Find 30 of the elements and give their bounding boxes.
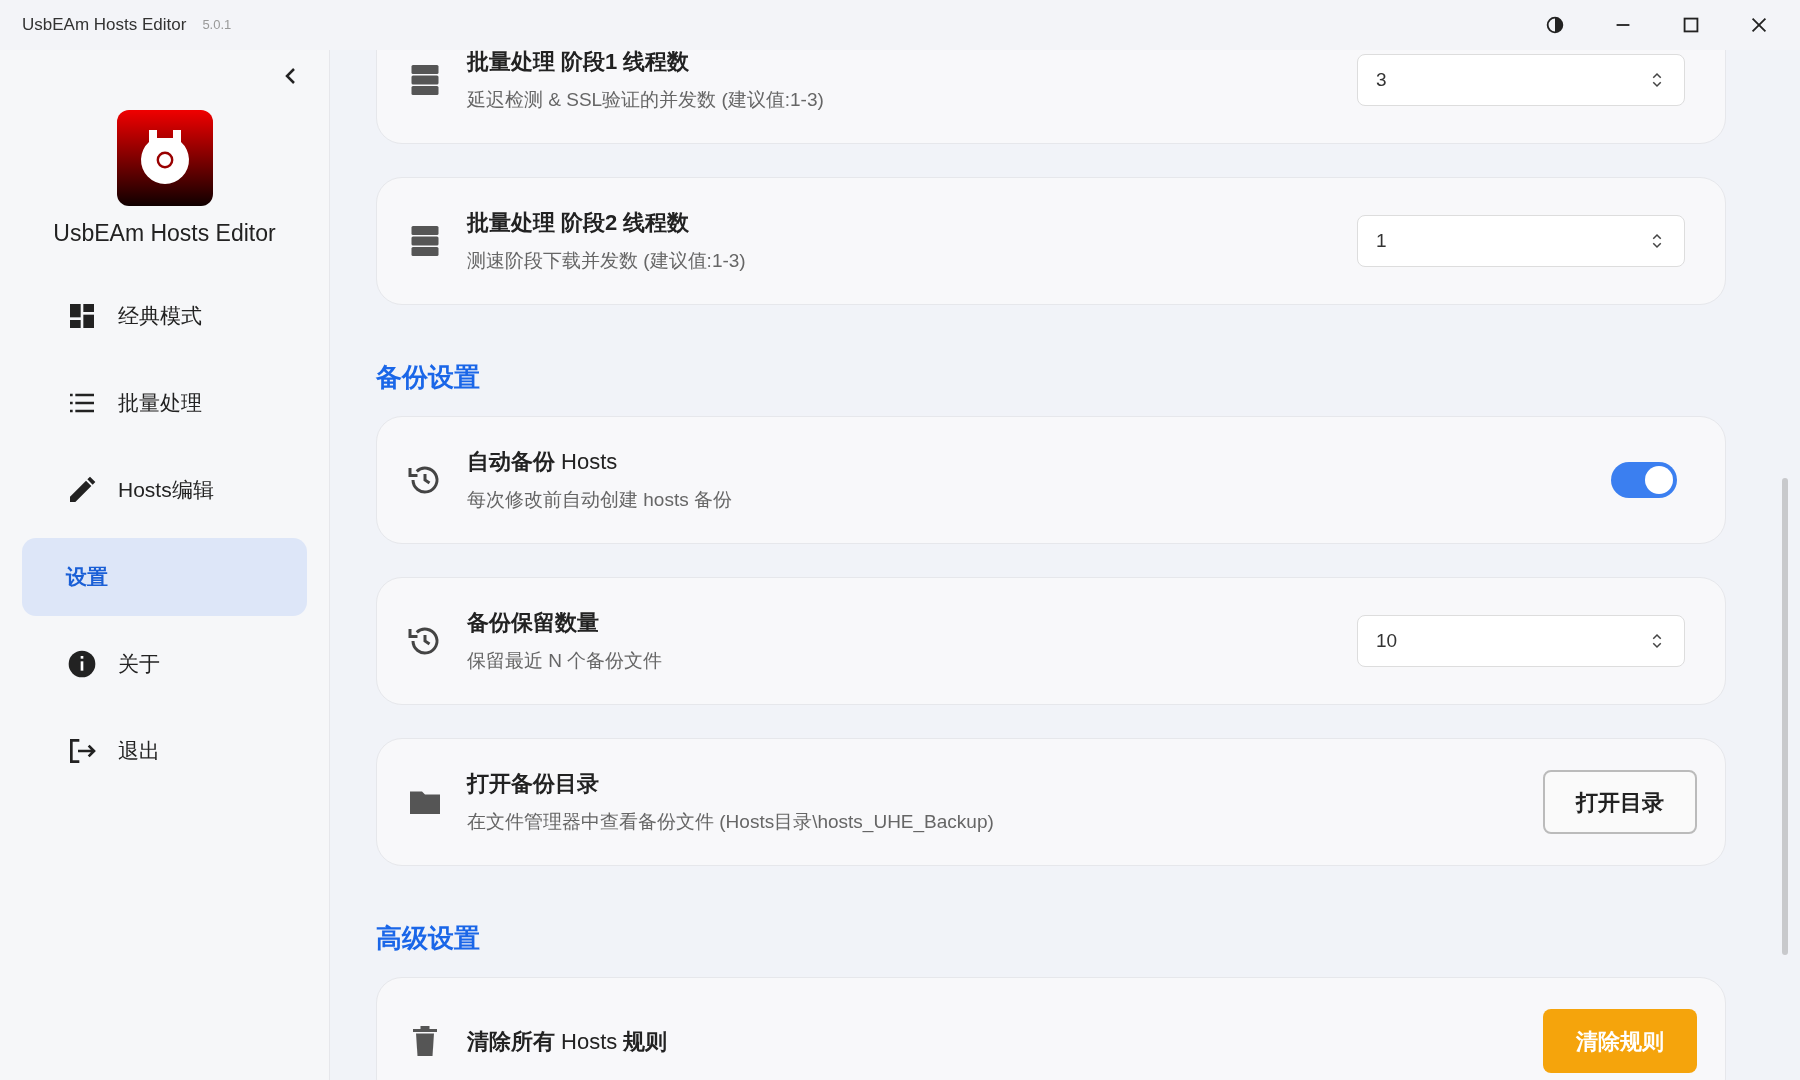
version-label: 5.0.1 (202, 16, 232, 35)
setting-title: 打开备份目录 (467, 770, 600, 799)
window-title: UsbEAm Hosts Editor (22, 14, 187, 37)
setting-title: 备份保留数量 (467, 609, 600, 638)
setting-title: 批量处理 阶段1 线程数 (467, 50, 691, 77)
sidebar-item[interactable]: 批量处理 (22, 363, 307, 442)
action-button[interactable]: 打开目录 (1543, 770, 1697, 834)
setting-description: 测速阶段下载并发数 (建议值:1-3) (467, 249, 747, 274)
sidebar-item[interactable]: Hosts编辑 (22, 450, 307, 529)
setting-description: 延迟检测 & SSL验证的并发数 (建议值:1-3) (467, 88, 825, 113)
scrollbar-thumb[interactable] (1782, 478, 1788, 955)
number-spinner[interactable]: 10 (1357, 615, 1685, 667)
setting-title: 批量处理 阶段2 线程数 (467, 209, 691, 238)
toggle-switch[interactable] (1611, 462, 1677, 498)
app-logo-icon (116, 110, 213, 206)
sidebar-item[interactable]: 关于 (22, 624, 307, 703)
sidebar-item[interactable]: 经典模式 (22, 276, 307, 355)
section-heading: 高级设置 (376, 922, 481, 955)
setting-description: 每次修改前自动创建 hosts 备份 (467, 488, 733, 513)
section-heading: 备份设置 (376, 361, 481, 394)
setting-title: 清除所有 Hosts 规则 (467, 1027, 669, 1056)
setting-title: 自动备份 Hosts (467, 448, 619, 477)
sidebar-item[interactable]: 设置 (22, 537, 307, 616)
number-spinner[interactable]: 3 (1357, 54, 1685, 106)
setting-description: 保留最近 N 个备份文件 (467, 649, 664, 674)
sidebar-item[interactable]: 退出 (22, 711, 307, 790)
number-spinner[interactable]: 1 (1357, 215, 1685, 267)
setting-description: 在文件管理器中查看备份文件 (Hosts目录\hosts_UHE_Backup) (467, 810, 995, 835)
theme-toggle-icon[interactable] (1544, 14, 1566, 36)
app-name: UsbEAm Hosts Editor (52, 219, 277, 248)
